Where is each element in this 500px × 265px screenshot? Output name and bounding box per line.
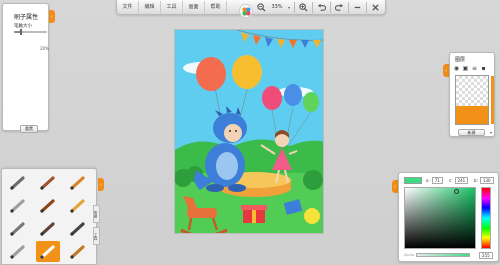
toolbar-divider	[312, 1, 313, 13]
menu-file[interactable]: 文件	[117, 0, 139, 14]
saturation-value-picker[interactable]	[404, 187, 476, 249]
tool-button[interactable]	[6, 218, 30, 239]
layer-actions: ◉ ▣ ≡ ▪	[453, 65, 487, 72]
fill-tool-icon	[40, 244, 55, 259]
layer-opacity-bar[interactable]	[491, 76, 494, 124]
tab-tools[interactable]: 工具	[93, 227, 100, 245]
b-input[interactable]: 130	[479, 177, 494, 184]
merge-icon[interactable]: ≡	[471, 65, 478, 72]
b-label: b:	[474, 178, 478, 183]
brush-size-label: 笔触大小	[14, 24, 32, 29]
eraser-tool-icon	[10, 198, 25, 213]
x-label: x:	[426, 178, 430, 183]
alpha-label: Alpha	[404, 253, 414, 257]
current-color-swatch[interactable]	[404, 177, 422, 184]
tool-button[interactable]	[66, 218, 90, 239]
brush-size-slider[interactable]	[14, 29, 47, 35]
brush-properties-panel: 刷子属性 笔触大小 20% 重置	[2, 3, 49, 133]
c-field: c: 241	[449, 177, 469, 184]
c-label: c:	[449, 178, 453, 183]
brush-size-slider-handle[interactable]	[19, 29, 22, 35]
airbrush-tool-icon	[10, 221, 25, 236]
alpha-slider[interactable]	[416, 253, 470, 257]
alpha-input[interactable]: 255	[479, 252, 493, 259]
top-toolbar: 文件 编辑 工具 画面 帮助 33% ▾	[116, 0, 386, 18]
color-picker-handle[interactable]	[454, 189, 459, 194]
tab-brushes[interactable]: 笔刷	[93, 205, 100, 223]
tool-button[interactable]	[6, 241, 30, 262]
lock-icon[interactable]: ▣	[462, 65, 469, 72]
brush-panel-collapse-tab[interactable]: ‹	[49, 10, 55, 23]
tool-panel: 笔刷 工具	[1, 168, 100, 265]
toolbar-divider	[294, 1, 295, 13]
tool-button[interactable]	[66, 172, 90, 193]
toolbar-divider	[366, 1, 367, 13]
x-input[interactable]: 71	[431, 177, 443, 184]
toolbar-divider	[330, 1, 331, 13]
minimize-icon[interactable]	[351, 1, 364, 14]
app-logo-icon	[239, 4, 253, 18]
zoom-dropdown-icon[interactable]: ▾	[286, 5, 292, 10]
tool-grid	[6, 172, 94, 264]
hue-slider[interactable]	[481, 187, 491, 249]
zoom-level[interactable]: 33%	[268, 4, 286, 10]
tool-button[interactable]	[6, 195, 30, 216]
brush-tool-icon	[40, 175, 55, 190]
tool-button[interactable]	[66, 195, 90, 216]
layers-panel: 图层 ◉ ▣ ≡ ▪ 新建 ▾	[449, 52, 495, 137]
toolbar-divider	[348, 1, 349, 13]
smudge-tool-icon	[10, 244, 25, 259]
zoom-out-icon[interactable]	[255, 1, 268, 14]
tool-button[interactable]	[6, 172, 30, 193]
layers-dropdown-icon[interactable]: ▾	[490, 130, 492, 135]
new-layer-button[interactable]: 新建	[458, 129, 485, 136]
reset-button[interactable]: 重置	[20, 125, 38, 133]
crayon-tool-icon	[70, 198, 85, 213]
undo-icon[interactable]	[315, 1, 328, 14]
tool-button[interactable]	[36, 195, 60, 216]
pen-tool-icon	[70, 221, 85, 236]
tool-button[interactable]	[66, 241, 90, 262]
close-icon[interactable]	[369, 1, 382, 14]
layer-menu-icon[interactable]: ▪	[480, 65, 487, 72]
tool-button[interactable]	[36, 218, 60, 239]
stamp-tool-icon	[70, 244, 85, 259]
pencil-tool-icon	[10, 175, 25, 190]
drawing-canvas[interactable]	[174, 29, 324, 234]
menu-edit[interactable]: 编辑	[139, 0, 161, 14]
menu-tools[interactable]: 工具	[161, 0, 183, 14]
layers-panel-title: 图层	[455, 57, 466, 63]
tool-button[interactable]	[36, 172, 60, 193]
menu-help[interactable]: 帮助	[205, 0, 227, 14]
layer-thumbnail-fill	[456, 106, 488, 124]
zoom-in-icon[interactable]	[297, 1, 310, 14]
flat-brush-tool-icon	[40, 221, 55, 236]
tool-panel-expand-tab[interactable]: ›	[98, 178, 104, 191]
b-field: b: 130	[474, 177, 494, 184]
eye-icon[interactable]: ◉	[453, 65, 460, 72]
canvas-artwork	[175, 30, 323, 233]
tool-button[interactable]	[36, 241, 60, 262]
marker-tool-icon	[70, 175, 85, 190]
x-field: x: 71	[426, 177, 443, 184]
menu-canvas[interactable]: 画面	[183, 0, 205, 14]
c-input[interactable]: 241	[454, 177, 469, 184]
redo-icon[interactable]	[333, 1, 346, 14]
color-picker-panel: x: 71 c: 241 b: 130 Alpha 255	[398, 172, 499, 262]
brush-panel-title: 刷子属性	[14, 14, 39, 21]
layer-thumbnail[interactable]	[455, 75, 489, 125]
brush-size-percent: 20%	[40, 46, 49, 51]
fine-brush-tool-icon	[40, 198, 55, 213]
